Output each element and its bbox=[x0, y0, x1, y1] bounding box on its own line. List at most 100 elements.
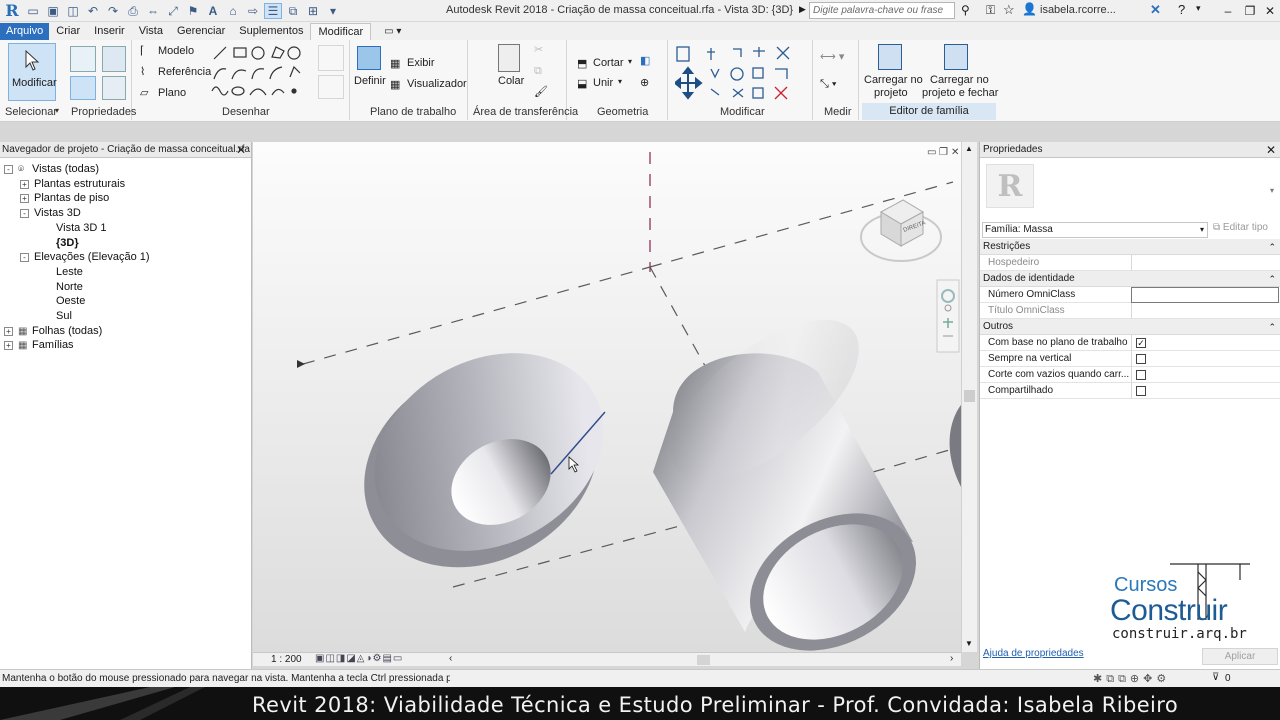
family-types-icon[interactable] bbox=[102, 76, 126, 100]
viewport-close-icon[interactable]: ✕ bbox=[951, 147, 959, 158]
viewport-minimize-icon[interactable]: ▭ bbox=[927, 147, 936, 158]
user-name[interactable]: isabela.rcorre... bbox=[1040, 4, 1116, 16]
plane-button[interactable]: Plano bbox=[158, 87, 186, 99]
tab-inserir[interactable]: Inserir bbox=[87, 23, 132, 40]
property-value[interactable] bbox=[1131, 383, 1279, 399]
favorites-star-icon[interactable]: ☆ bbox=[1003, 2, 1015, 18]
tree-item[interactable]: Leste bbox=[0, 265, 250, 280]
model-button[interactable]: Modelo bbox=[158, 45, 194, 57]
tag-icon[interactable]: ⚑ bbox=[184, 3, 202, 19]
tab-arquivo[interactable]: Arquivo bbox=[0, 23, 50, 40]
join-geometry-icon[interactable]: ⬓ bbox=[577, 77, 587, 90]
search-expand-icon[interactable]: ▶ bbox=[799, 4, 806, 15]
property-category[interactable]: Restrições ⌃ bbox=[980, 239, 1280, 255]
help-dropdown-icon[interactable]: ▾ bbox=[1196, 3, 1201, 14]
load-and-close-icon[interactable] bbox=[944, 44, 968, 70]
load-into-project-label-2[interactable]: projeto bbox=[874, 87, 908, 99]
search-input[interactable]: Digite palavra-chave ou frase bbox=[809, 2, 955, 19]
collapse-icon[interactable]: - bbox=[20, 209, 29, 219]
modify-tools-icon-grid[interactable] bbox=[675, 43, 805, 103]
viewport-restore-icon[interactable]: ❐ bbox=[939, 147, 948, 158]
properties-icon[interactable] bbox=[70, 46, 96, 72]
wall-joins-icon[interactable]: ◧ bbox=[640, 54, 650, 67]
apply-button[interactable]: Aplicar bbox=[1202, 648, 1278, 665]
draw-tools-icon-grid[interactable] bbox=[210, 43, 320, 99]
set-button[interactable]: Definir bbox=[354, 75, 386, 87]
tree-item[interactable]: {3D} bbox=[0, 236, 250, 251]
binoculars-icon[interactable]: ⚲ bbox=[961, 3, 970, 17]
reference-line-icon[interactable]: ⌇ bbox=[140, 65, 145, 78]
subscription-icon[interactable]: ⚿ bbox=[986, 3, 995, 18]
viewer-button[interactable]: Visualizador bbox=[407, 78, 467, 90]
scroll-down-icon[interactable]: ▼ bbox=[965, 639, 973, 648]
tab-gerenciar[interactable]: Gerenciar bbox=[170, 23, 232, 40]
load-and-close-label-2[interactable]: projeto e fechar bbox=[922, 87, 998, 99]
tab-criar[interactable]: Criar bbox=[49, 23, 87, 40]
cut-geometry-button[interactable]: Cortar bbox=[593, 57, 624, 69]
close-icon[interactable]: ✕ bbox=[236, 142, 246, 158]
scroll-up-icon[interactable]: ▲ bbox=[965, 144, 973, 153]
type-properties-icon[interactable] bbox=[102, 46, 126, 72]
close-icon[interactable]: ✕ bbox=[1266, 142, 1276, 158]
show-button[interactable]: Exibir bbox=[407, 57, 435, 69]
tab-suplementos[interactable]: Suplementos bbox=[232, 23, 310, 40]
ribbon-options-icon[interactable]: ▭ ▾ bbox=[377, 23, 408, 40]
user-icon[interactable]: 👤 bbox=[1022, 2, 1037, 16]
model-line-icon[interactable]: ⌈ bbox=[140, 44, 144, 57]
tree-item[interactable]: Vista 3D 1 bbox=[0, 221, 250, 236]
checkbox[interactable] bbox=[1136, 354, 1146, 364]
print-icon[interactable]: ⎙ bbox=[124, 3, 142, 19]
join-geometry-button[interactable]: Unir bbox=[593, 77, 613, 89]
property-value[interactable] bbox=[1131, 351, 1279, 367]
tree-item[interactable]: + ▦ Folhas (todas) bbox=[0, 324, 250, 339]
show-workplane-icon[interactable]: ▦ bbox=[390, 57, 400, 70]
pick-lines-icon[interactable] bbox=[318, 45, 344, 71]
filter-icon[interactable]: ⊽ bbox=[1212, 672, 1219, 683]
viewport-vertical-scrollbar[interactable]: ▲ ▼ bbox=[961, 142, 977, 652]
close-window-button[interactable]: ✕ bbox=[1260, 2, 1280, 20]
help-icon[interactable]: ? bbox=[1178, 2, 1185, 17]
tab-vista[interactable]: Vista bbox=[132, 23, 170, 40]
torus-mass[interactable] bbox=[328, 314, 638, 607]
checkbox[interactable] bbox=[1136, 386, 1146, 396]
load-and-close-label-1[interactable]: Carregar no bbox=[930, 74, 989, 86]
undo-icon[interactable]: ↶ bbox=[84, 3, 102, 19]
property-category[interactable]: Outros ⌃ bbox=[980, 319, 1280, 335]
tree-item[interactable]: - Elevações (Elevação 1) bbox=[0, 250, 250, 265]
tree-item[interactable]: - Vistas 3D bbox=[0, 206, 250, 221]
property-value[interactable] bbox=[1131, 367, 1279, 383]
save-icon[interactable]: ▣ bbox=[44, 3, 62, 19]
split-face-icon[interactable]: ⊕ bbox=[640, 76, 649, 89]
pick-faces-icon[interactable] bbox=[318, 75, 344, 99]
copy-icon[interactable]: ⧉ bbox=[534, 65, 542, 78]
measure-icon[interactable]: ⇔ bbox=[144, 3, 162, 19]
family-selector[interactable]: Família: Massa ▾ bbox=[982, 222, 1208, 238]
join-dropdown-icon[interactable]: ▾ bbox=[618, 77, 622, 86]
sync-icon[interactable]: ◫ bbox=[64, 3, 82, 19]
scroll-thumb[interactable] bbox=[964, 390, 975, 402]
maximize-button[interactable]: ❐ bbox=[1240, 2, 1260, 20]
collapse-icon[interactable]: ⌃ bbox=[1268, 239, 1276, 255]
tree-item[interactable]: + ▦ Famílias bbox=[0, 338, 250, 353]
minimize-button[interactable]: – bbox=[1218, 2, 1238, 20]
properties-help-link[interactable]: Ajuda de propriedades bbox=[983, 648, 1084, 659]
tree-item[interactable]: + Plantas estruturais bbox=[0, 177, 250, 192]
property-value[interactable]: ✓ bbox=[1131, 335, 1279, 351]
plane-icon[interactable]: ▱ bbox=[140, 86, 148, 99]
tree-item[interactable]: Oeste bbox=[0, 294, 250, 309]
family-category-icon[interactable] bbox=[70, 76, 96, 100]
selection-filter-icons[interactable]: ✱⧉⧉⊕✥⚙ bbox=[1093, 672, 1170, 686]
edit-type-button[interactable]: ⧉ Editar tipo bbox=[1213, 222, 1268, 233]
collapse-icon[interactable]: ⌃ bbox=[1268, 319, 1276, 335]
tree-item[interactable]: Sul bbox=[0, 309, 250, 324]
3d-view-icon[interactable]: ⌂ bbox=[224, 3, 242, 19]
reference-button[interactable]: Referência bbox=[158, 66, 211, 78]
thin-lines-icon[interactable]: ☰ bbox=[264, 3, 282, 19]
modify-button[interactable]: Modificar bbox=[8, 43, 57, 101]
cut-geometry-icon[interactable]: ⬒ bbox=[577, 57, 587, 70]
tab-modificar[interactable]: Modificar bbox=[310, 23, 372, 40]
select-dropdown-icon[interactable]: ▾ bbox=[55, 106, 59, 115]
redo-icon[interactable]: ↷ bbox=[104, 3, 122, 19]
collapse-icon[interactable]: - bbox=[4, 165, 13, 174]
set-workplane-icon[interactable] bbox=[357, 46, 381, 70]
